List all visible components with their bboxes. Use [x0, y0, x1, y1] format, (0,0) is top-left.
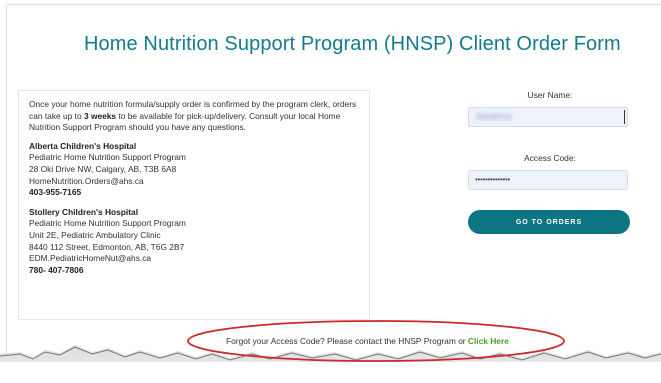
- hospital-address: 8440 112 Street, Edmonton, AB, T6G 2B7: [29, 241, 185, 252]
- forgot-text: Forgot your Access Code? Please contact …: [226, 336, 468, 346]
- intro-text: Once your home nutrition formula/supply …: [29, 99, 359, 134]
- below-tear-fill: [0, 362, 661, 383]
- login-form: User Name: Jdanahmrs Access Code: ••••••…: [468, 90, 632, 234]
- access-code-input[interactable]: ••••••••••••••: [468, 170, 628, 190]
- hospital-name: Stollery Children's Hospital: [29, 206, 139, 217]
- go-to-orders-button[interactable]: GO TO ORDERS: [468, 210, 630, 234]
- intro-emphasis: 3 weeks: [83, 110, 117, 121]
- hospital-unit: Unit 2E, Pediatric Ambulatory Clinic: [29, 229, 161, 240]
- username-label: User Name:: [527, 90, 573, 100]
- hospital-phone: 403-955-7165: [29, 187, 82, 198]
- hospital-program: Pediatric Home Nutrition Support Program: [29, 152, 186, 163]
- hospital-edmonton: Stollery Children's Hospital Pediatric H…: [29, 207, 359, 277]
- hospital-phone: 780- 407-7806: [29, 264, 84, 275]
- hospital-email: HomeNutrition.Orders@ahs.ca: [29, 175, 144, 186]
- username-value: Jdanahmrs: [475, 112, 512, 121]
- hospital-address: 28 Oki Drive NW, Calgary, AB, T3B 6A8: [29, 163, 177, 174]
- username-input[interactable]: Jdanahmrs: [468, 107, 628, 127]
- info-panel: Once your home nutrition formula/supply …: [18, 90, 370, 320]
- hospital-email: EDM.PediatricHomeNut@ahs.ca: [29, 253, 152, 264]
- forgot-access-code: Forgot your Access Code? Please contact …: [226, 336, 509, 346]
- page-title: Home Nutrition Support Program (HNSP) Cl…: [84, 33, 621, 55]
- hospital-program: Pediatric Home Nutrition Support Program: [29, 218, 186, 229]
- text-caret: [624, 110, 625, 124]
- access-code-value: ••••••••••••••: [475, 175, 511, 184]
- click-here-link[interactable]: Click Here: [468, 336, 509, 346]
- hospital-name: Alberta Children's Hospital: [29, 140, 137, 151]
- hospital-calgary: Alberta Children's Hospital Pediatric Ho…: [29, 141, 359, 199]
- access-code-label: Access Code:: [524, 153, 576, 163]
